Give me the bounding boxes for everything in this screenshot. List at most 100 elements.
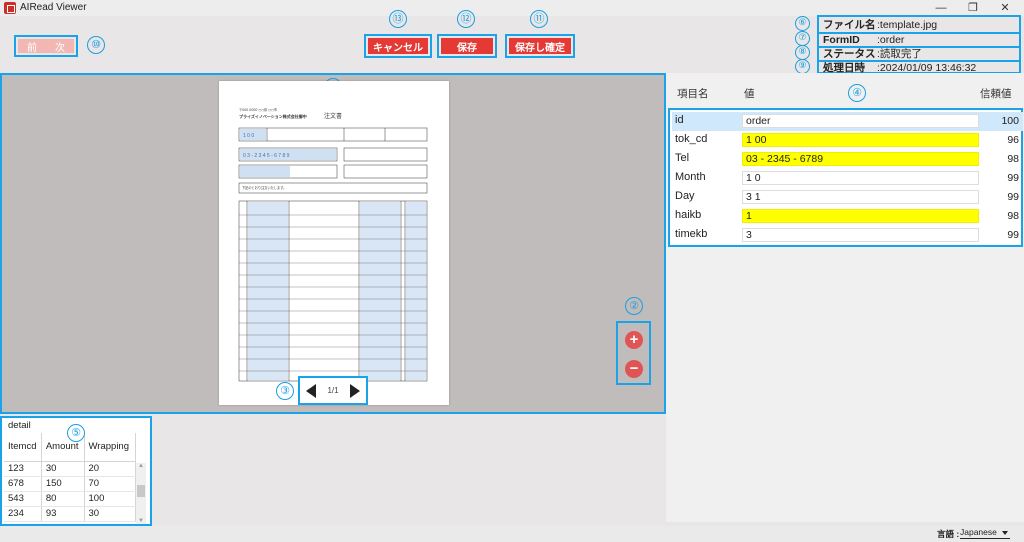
title-bar: [0, 0, 1024, 16]
field-value-input[interactable]: 1: [742, 209, 979, 223]
annotation-12: ⑫: [457, 10, 475, 28]
annotation-2: ②: [625, 297, 643, 315]
column-header[interactable]: Itemcd: [4, 433, 42, 462]
language-label: 言語 :: [937, 529, 960, 539]
annotation-8: ⑧: [795, 45, 810, 60]
table-cell[interactable]: 678: [4, 476, 42, 492]
field-row-timekb[interactable]: timekb 3 99: [672, 226, 1023, 245]
table-cell[interactable]: 100: [84, 491, 137, 507]
field-row-tel[interactable]: Tel 03 - 2345 - 6789 98: [672, 150, 1023, 169]
save-button[interactable]: 保存: [441, 38, 493, 54]
zoom-controls: + −: [616, 321, 651, 385]
filename-label: ファイル名: [823, 19, 876, 31]
column-header-confidence: 信頼値: [980, 88, 1012, 100]
close-icon[interactable]: ✕: [994, 0, 1016, 16]
field-confidence: 99: [1007, 229, 1019, 241]
annotation-3: ③: [276, 382, 294, 400]
status-label: ステータス: [823, 48, 876, 60]
annotation-6: ⑥: [795, 16, 810, 31]
zoom-in-icon[interactable]: +: [625, 331, 643, 349]
field-confidence: 99: [1007, 172, 1019, 184]
field-list: id order 100 tok_cd 1 00 96 Tel 03 - 234…: [668, 108, 1023, 247]
table-row[interactable]: 678 150 70: [4, 476, 137, 492]
doc-remark: 下記のとおり注文いたします。: [242, 185, 286, 190]
field-name: Tel: [675, 152, 690, 164]
scroll-up-icon[interactable]: ▲: [136, 463, 146, 469]
table-cell[interactable]: 70: [84, 476, 137, 492]
scrollbar-thumb[interactable]: [137, 485, 145, 497]
annotation-5: ⑤: [67, 424, 85, 442]
table-cell[interactable]: 123: [4, 461, 42, 477]
table-cell[interactable]: 80: [41, 491, 85, 507]
field-name: id: [675, 114, 684, 126]
save-confirm-button-frame: 保存し確定: [505, 34, 575, 58]
field-row-month[interactable]: Month 1 0 99: [672, 169, 1023, 188]
field-value-input[interactable]: order: [742, 114, 979, 128]
table-row[interactable]: 123 30 20: [4, 461, 137, 477]
field-confidence: 98: [1007, 153, 1019, 165]
field-value-input[interactable]: 3 1: [742, 190, 979, 204]
scroll-down-icon[interactable]: ▼: [136, 518, 146, 524]
formid-row: FormID :order: [823, 33, 904, 47]
filename-value: :template.jpg: [877, 19, 938, 31]
field-name: tok_cd: [675, 133, 708, 145]
page-nav-box: 前 次: [14, 35, 78, 57]
save-button-frame: 保存: [437, 34, 497, 58]
annotation-9: ⑨: [795, 59, 810, 74]
column-header-value: 値: [744, 88, 755, 100]
minimize-icon[interactable]: —: [930, 0, 952, 16]
status-row: ステータス:読取完了: [823, 47, 922, 61]
formid-label: FormID: [823, 34, 860, 46]
field-value-input[interactable]: 3: [742, 228, 979, 242]
table-cell[interactable]: 30: [84, 506, 137, 522]
filename-row: ファイル名:template.jpg: [823, 18, 937, 32]
window-title: AIRead Viewer: [20, 2, 87, 13]
table-cell[interactable]: 30: [41, 461, 85, 477]
detail-table: Itemcd Amount Wrapping 123 30 20 678 150 70 …: [4, 433, 137, 522]
file-info-panel: ファイル名:template.jpg FormID :order ステータス:読取…: [817, 15, 1021, 74]
previous-page-icon[interactable]: [306, 384, 316, 398]
table-cell[interactable]: 93: [41, 506, 85, 522]
table-row[interactable]: 543 80 100: [4, 491, 137, 507]
restore-icon[interactable]: ❐: [962, 0, 984, 16]
status-bar: [0, 526, 1024, 542]
field-value-input[interactable]: 1 00: [742, 133, 979, 147]
field-row-haikb[interactable]: haikb 1 98: [672, 207, 1023, 226]
field-value-input[interactable]: 1 0: [742, 171, 979, 185]
field-row-day[interactable]: Day 3 1 99: [672, 188, 1023, 207]
field-row-id[interactable]: id order 100: [672, 112, 1023, 131]
annotation-13: ⑬: [389, 10, 407, 28]
chevron-down-icon[interactable]: [1002, 531, 1008, 535]
field-name: timekb: [675, 228, 708, 240]
column-header[interactable]: Wrapping: [84, 433, 137, 462]
document-image[interactable]: 〒000 0000 ○○県 ○○市 プライズイノベーション株式会社御中 注文書 …: [219, 81, 449, 405]
annotation-4: ④: [848, 84, 866, 102]
zoom-out-icon[interactable]: −: [625, 360, 643, 378]
doc-title: 注文書: [324, 112, 342, 120]
page-indicator: 1/1: [327, 386, 339, 395]
app-logo-icon: [4, 2, 16, 14]
table-cell[interactable]: 150: [41, 476, 85, 492]
prev-button[interactable]: 前: [27, 39, 37, 54]
field-confidence: 100: [1001, 115, 1019, 127]
save-confirm-button[interactable]: 保存し確定: [509, 38, 571, 54]
page-pager: 1/1: [298, 376, 368, 405]
table-cell[interactable]: 20: [84, 461, 137, 477]
next-page-icon[interactable]: [350, 384, 360, 398]
field-value-input[interactable]: 03 - 2345 - 6789: [742, 152, 979, 166]
detail-scrollbar[interactable]: ▲ ▼: [136, 463, 146, 524]
table-cell[interactable]: 543: [4, 491, 42, 507]
doc-tokcd: 1 0 0: [243, 133, 254, 139]
field-confidence: 98: [1007, 210, 1019, 222]
table-row[interactable]: 234 93 30: [4, 506, 137, 522]
field-row-tok-cd[interactable]: tok_cd 1 00 96: [672, 131, 1023, 150]
table-cell[interactable]: 234: [4, 506, 42, 522]
cancel-button-frame: キャンセル: [364, 34, 432, 58]
cancel-button[interactable]: キャンセル: [368, 38, 428, 54]
column-header-name: 項目名: [677, 88, 709, 100]
field-confidence: 96: [1007, 134, 1019, 146]
tab-detail[interactable]: detail: [4, 418, 40, 433]
annotation-10: ⑩: [87, 36, 105, 54]
formid-value: :order: [877, 34, 905, 46]
next-button[interactable]: 次: [55, 39, 65, 54]
